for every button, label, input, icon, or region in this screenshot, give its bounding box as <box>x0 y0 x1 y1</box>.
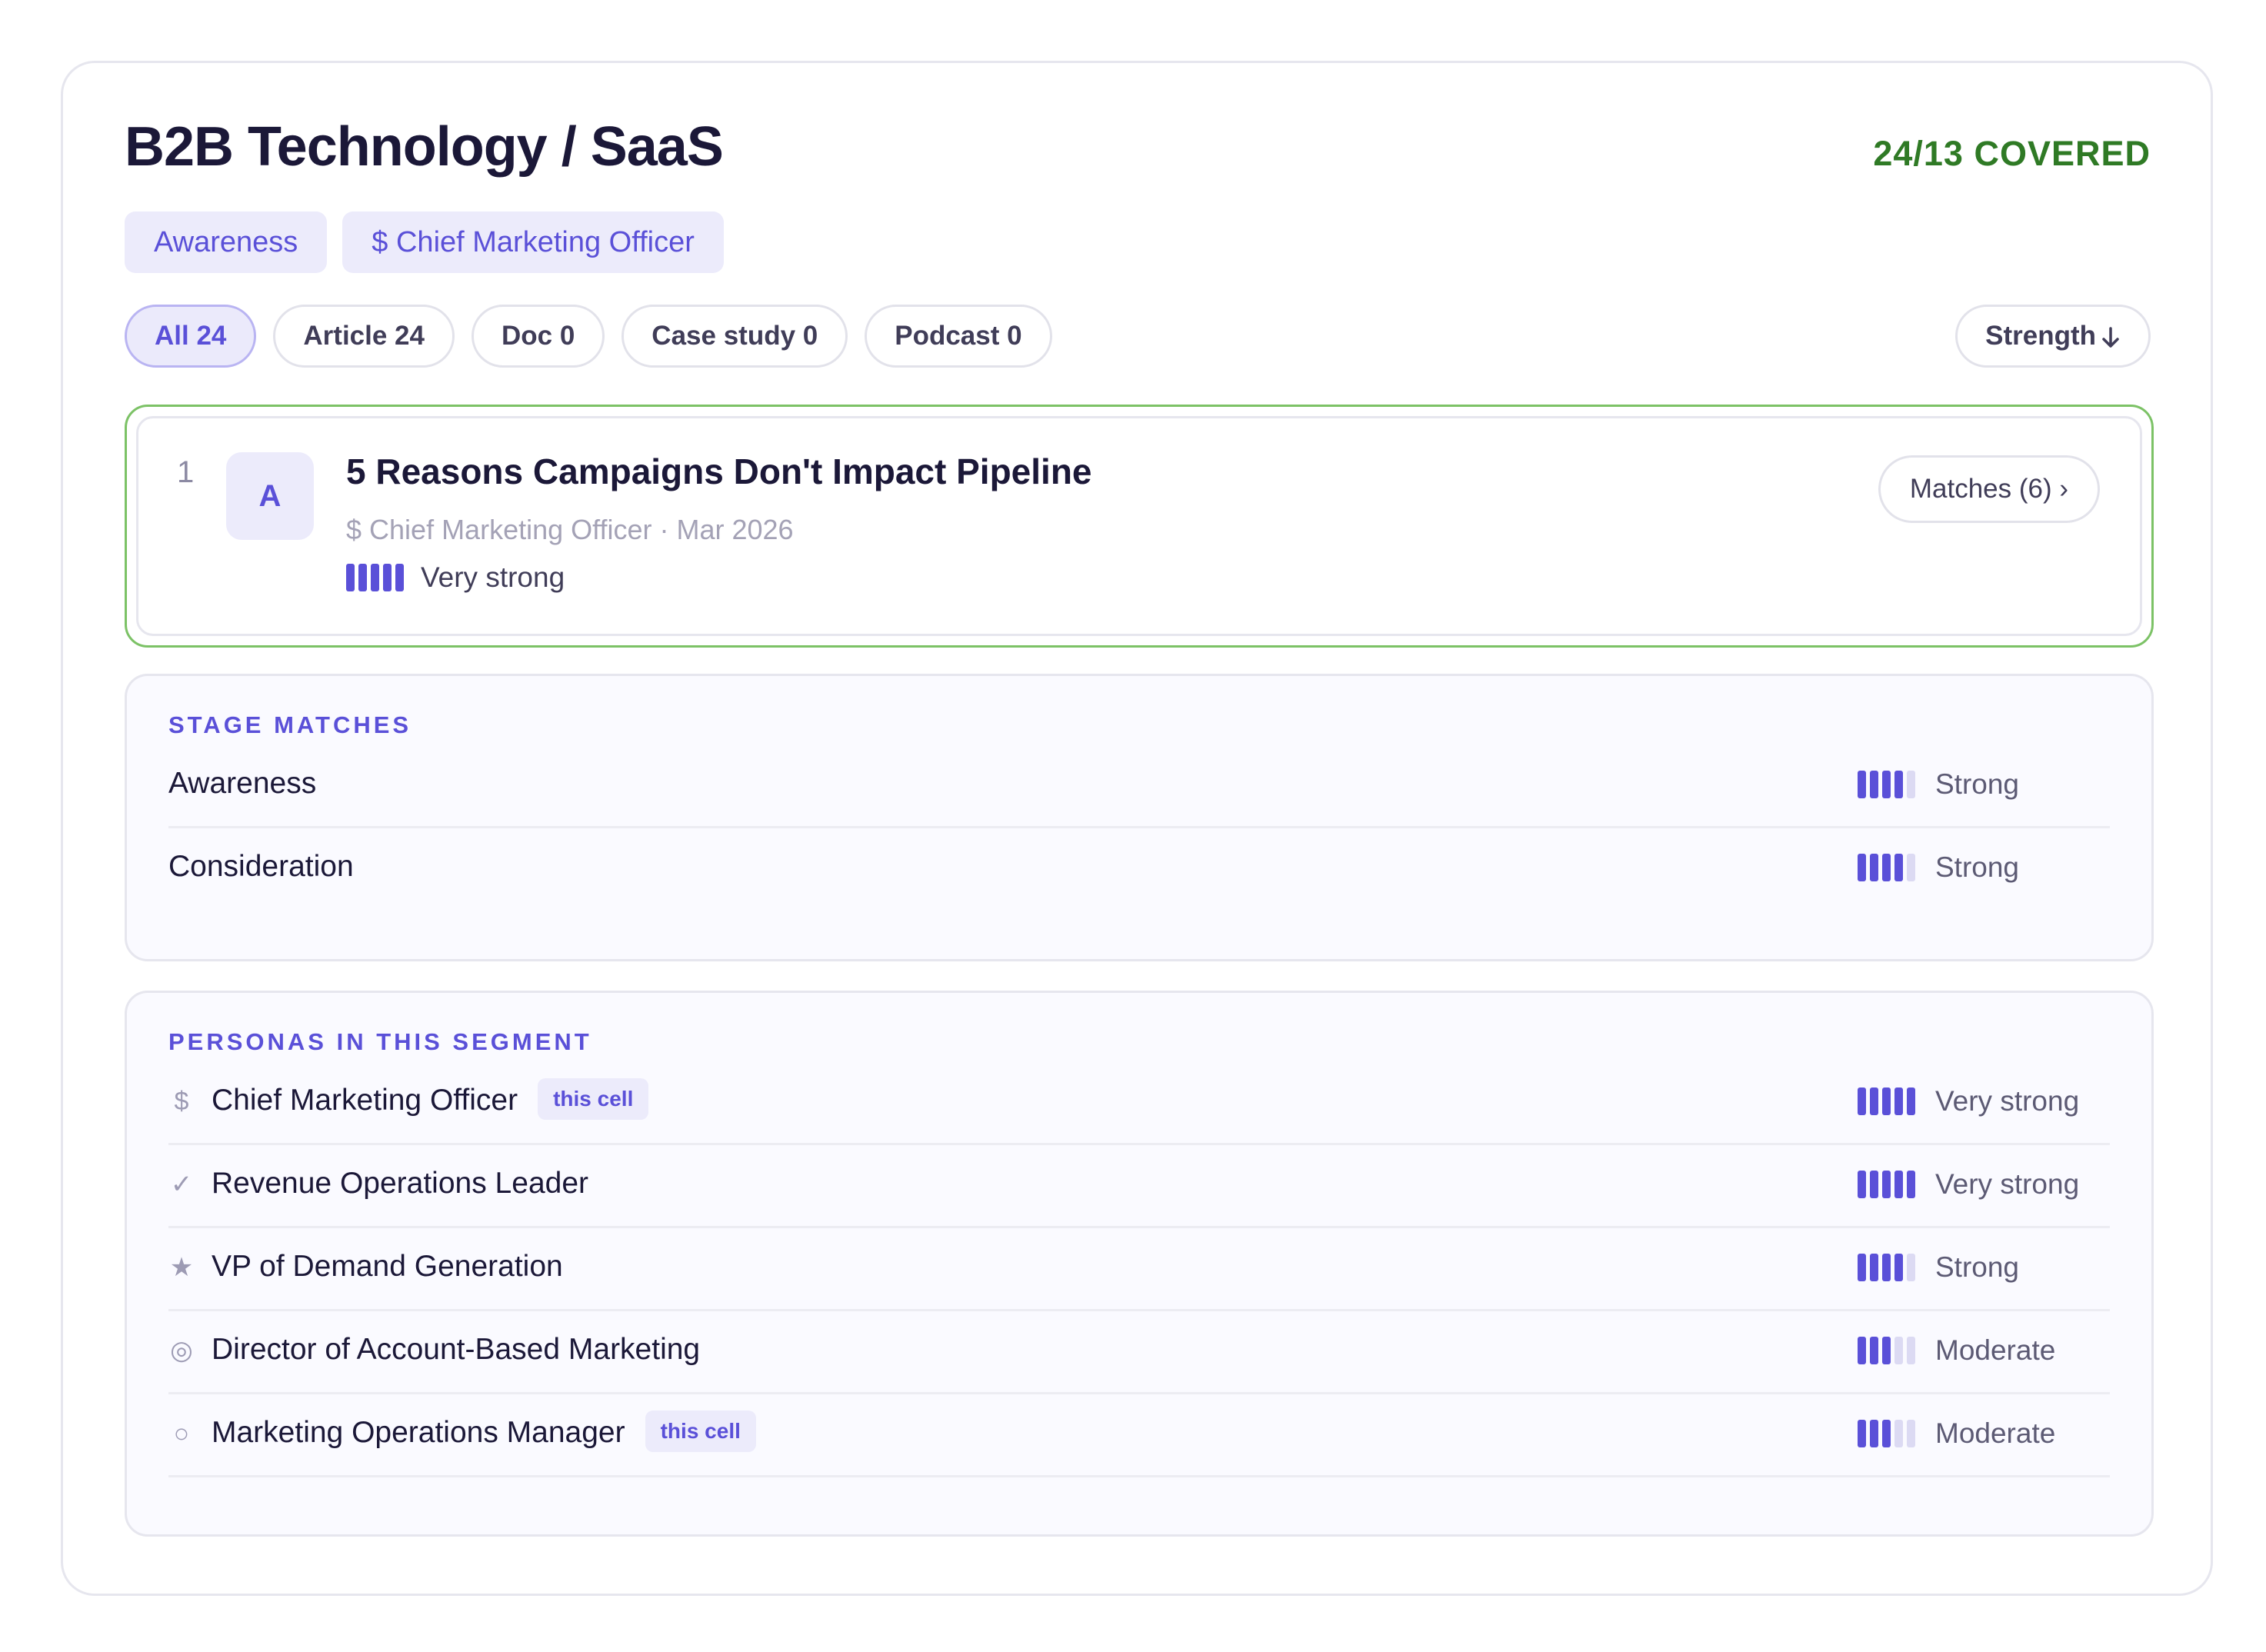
strength-label: Strong <box>1935 768 2020 800</box>
strength-label: Very strong <box>1935 1168 2080 1200</box>
strength-label: Very strong <box>1935 1085 2080 1117</box>
dollar-icon: $ <box>174 1087 189 1116</box>
tag-stage[interactable]: Awareness <box>125 211 328 273</box>
strength-bars <box>1858 771 1915 798</box>
filter-case-study[interactable]: Case study 0 <box>621 305 848 368</box>
persona-row[interactable]: ○ Marketing Operations Manager this cell … <box>168 1394 2110 1477</box>
arrow-down-icon <box>2102 327 2119 348</box>
filter-article[interactable]: Article 24 <box>273 305 455 368</box>
this-cell-badge: this cell <box>645 1410 756 1452</box>
persona-strength: Strong <box>1858 1251 2019 1284</box>
strength-bars <box>1858 1087 1915 1115</box>
sort-button[interactable]: Strength <box>1955 305 2151 368</box>
persona-strength: Moderate <box>1858 1417 2055 1450</box>
this-cell-badge: this cell <box>538 1077 649 1120</box>
result-avatar: A <box>226 452 314 540</box>
persona-name: Marketing Operations Manager this cell <box>212 1394 756 1471</box>
persona-name: Chief Marketing Officer this cell <box>212 1062 649 1139</box>
result-card: 1 A 5 Reasons Campaigns Don't Impact Pip… <box>136 416 2142 636</box>
stage-matches-panel: STAGE MATCHES Awareness Strong Considera… <box>125 674 2154 961</box>
persona-row[interactable]: ✓ Revenue Operations Leader Very strong <box>168 1145 2110 1228</box>
result-title[interactable]: 5 Reasons Campaigns Don't Impact Pipelin… <box>346 451 1092 492</box>
strength-label: Moderate <box>1935 1417 2056 1449</box>
stage-name: Consideration <box>168 850 354 883</box>
personas-panel: PERSONAS IN THIS SEGMENT $ Chief Marketi… <box>125 991 2154 1537</box>
strength-bars <box>1858 1420 1915 1447</box>
strength-label: Strong <box>1935 1251 2020 1283</box>
tag-persona[interactable]: $ Chief Marketing Officer <box>342 211 724 273</box>
persona-row[interactable]: ★ VP of Demand Generation Strong <box>168 1228 2110 1311</box>
strength-label: Moderate <box>1935 1334 2056 1366</box>
stage-strength: Strong <box>1858 768 2019 801</box>
panel-title: STAGE MATCHES <box>168 711 412 738</box>
strength-label: Strong <box>1935 851 2020 883</box>
stage-row: Consideration Strong <box>168 828 2110 911</box>
context-tags: Awareness $ Chief Marketing Officer <box>125 211 724 273</box>
filter-podcast[interactable]: Podcast 0 <box>865 305 1052 368</box>
result-item-selected[interactable]: 1 A 5 Reasons Campaigns Don't Impact Pip… <box>125 405 2154 648</box>
stage-strength: Strong <box>1858 851 2019 884</box>
stage-name: Awareness <box>168 767 317 800</box>
check-icon: ✓ <box>170 1170 193 1199</box>
sort-label: Strength <box>1985 321 2096 351</box>
persona-row[interactable]: ◎ Director of Account-Based Marketing Mo… <box>168 1311 2110 1394</box>
result-meta: $ Chief Marketing Officer · Mar 2026 <box>346 514 794 545</box>
persona-name: Revenue Operations Leader <box>212 1167 588 1200</box>
strength-bars <box>1858 1337 1915 1364</box>
type-filters: All 24 Article 24 Doc 0 Case study 0 Pod… <box>125 305 1052 368</box>
strength-bars <box>1858 1254 1915 1281</box>
persona-strength: Very strong <box>1858 1085 2079 1117</box>
persona-strength: Very strong <box>1858 1168 2079 1201</box>
strength-bars <box>1858 854 1915 881</box>
persona-strength: Moderate <box>1858 1334 2055 1367</box>
coverage-status: 24/13 COVERED <box>1873 134 2151 173</box>
stage-row: Awareness Strong <box>168 745 2110 828</box>
result-strength: Very strong <box>346 561 565 594</box>
page-title: B2B Technology / SaaS <box>125 116 724 178</box>
star-icon: ★ <box>169 1253 194 1282</box>
strength-label: Very strong <box>421 561 565 593</box>
matches-button[interactable]: Matches (6) › <box>1878 455 2100 523</box>
filter-all[interactable]: All 24 <box>125 305 257 368</box>
circle-icon: ○ <box>173 1419 190 1448</box>
panel-title: PERSONAS IN THIS SEGMENT <box>168 1028 592 1055</box>
result-rank: 1 <box>177 455 195 489</box>
strength-bars <box>346 564 404 591</box>
segment-card: B2B Technology / SaaS 24/13 COVERED Awar… <box>61 61 2213 1596</box>
persona-row[interactable]: $ Chief Marketing Officer this cell Very … <box>168 1062 2110 1145</box>
filter-doc[interactable]: Doc 0 <box>471 305 605 368</box>
strength-bars <box>1858 1171 1915 1198</box>
persona-name: Director of Account-Based Marketing <box>212 1333 701 1366</box>
persona-name: VP of Demand Generation <box>212 1250 563 1283</box>
target-icon: ◎ <box>170 1336 193 1365</box>
